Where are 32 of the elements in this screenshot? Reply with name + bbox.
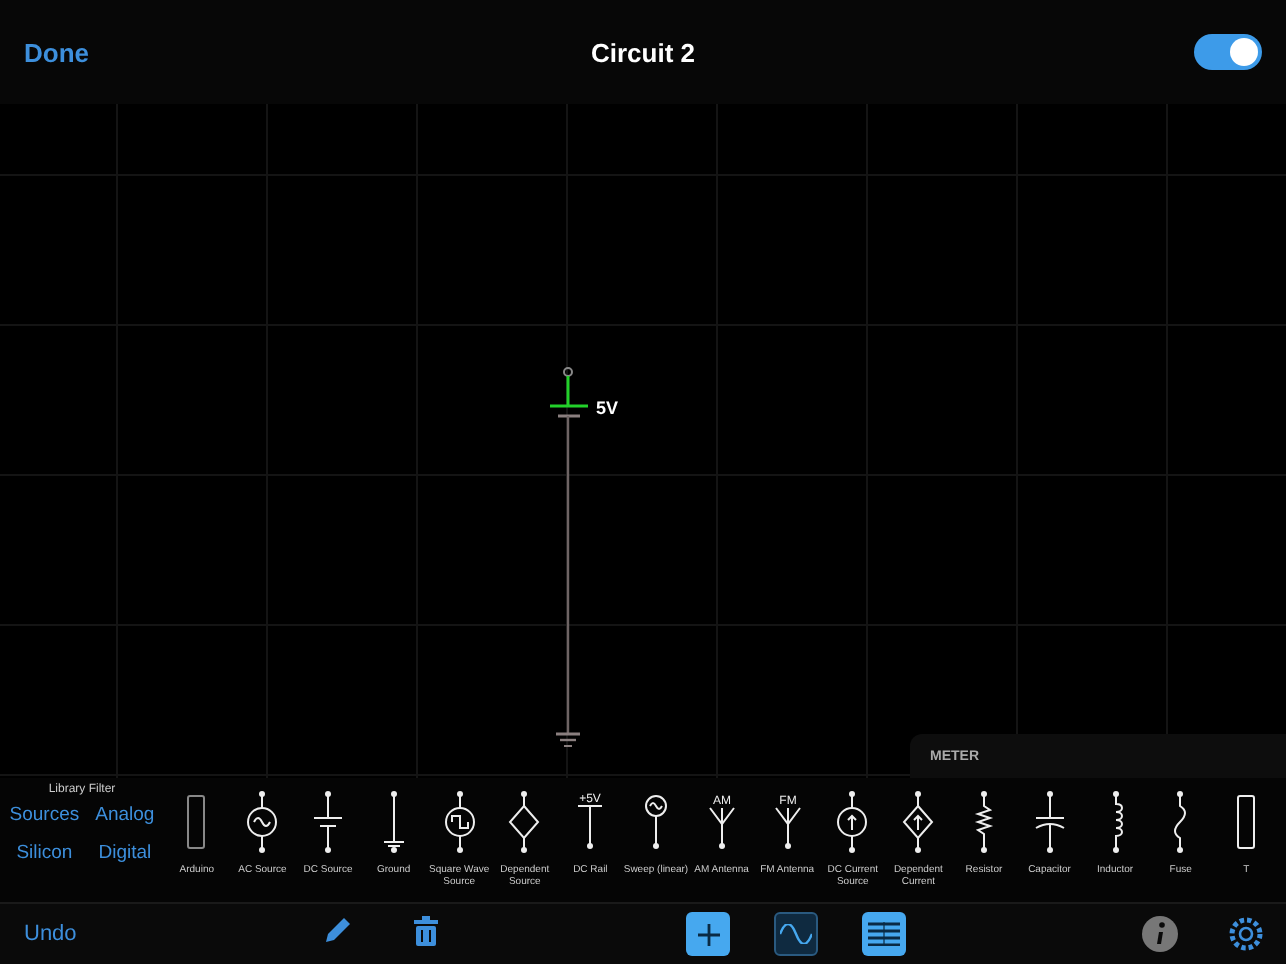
voltage-label: 5V	[596, 398, 619, 418]
fuse-component-icon	[1170, 790, 1191, 854]
info-button[interactable]	[1142, 916, 1178, 952]
square-component-icon	[439, 790, 480, 854]
plus-icon	[697, 923, 719, 945]
current-component-icon	[832, 790, 873, 854]
done-button[interactable]: Done	[24, 37, 89, 67]
trash-icon	[414, 916, 438, 946]
filter-button[interactable]: Silicon	[9, 842, 80, 864]
ac-component-icon	[242, 790, 283, 854]
toggle-switch[interactable]	[1194, 34, 1262, 70]
info-icon	[1142, 916, 1178, 952]
window-title: Circuit 2	[591, 37, 695, 67]
list-icon	[868, 922, 900, 946]
add-tool-button[interactable]	[686, 912, 730, 956]
settings-button[interactable]	[1228, 916, 1264, 952]
list-tool-button[interactable]	[862, 912, 906, 956]
filter-button[interactable]: Analog	[95, 804, 155, 826]
undo-button[interactable]: Undo	[24, 922, 77, 946]
pencil-icon	[324, 916, 352, 944]
trash-button[interactable]	[414, 916, 438, 946]
partial-component-icon	[1236, 790, 1257, 854]
pencil-button[interactable]	[324, 916, 352, 944]
depcurrent-component-icon	[898, 790, 939, 854]
wave-tool-button[interactable]	[774, 912, 818, 956]
arduino-component-icon	[186, 790, 207, 854]
resistor-component-icon	[973, 790, 994, 854]
sine-wave-icon	[780, 924, 812, 944]
filter-button[interactable]: Digital	[95, 842, 155, 864]
dependent-component-icon	[504, 790, 545, 854]
settings-icon	[1228, 916, 1264, 952]
filter-button[interactable]: Sources	[9, 804, 80, 826]
